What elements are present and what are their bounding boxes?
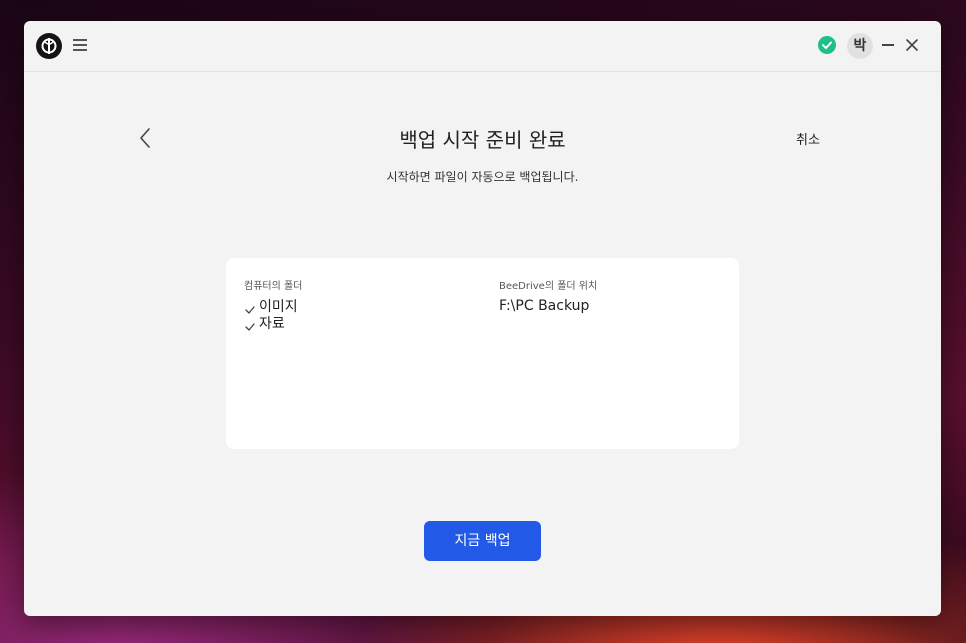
list-item: 자료	[244, 316, 298, 333]
source-folders-label: 컴퓨터의 폴더	[244, 281, 303, 292]
minimize-icon[interactable]	[882, 44, 894, 46]
list-item: 이미지	[244, 299, 298, 316]
destination-label: BeeDrive의 폴더 위치	[499, 281, 598, 292]
check-icon	[244, 320, 256, 331]
folder-name: 이미지	[259, 299, 298, 315]
cancel-button[interactable]: 취소	[796, 129, 820, 148]
title-bar: 박	[24, 21, 941, 72]
destination-path: F:\PC Backup	[499, 298, 590, 314]
source-folder-list: 이미지 자료	[244, 299, 298, 333]
beedrive-logo-icon[interactable]	[36, 33, 62, 59]
check-circle-icon[interactable]	[818, 36, 836, 54]
avatar[interactable]: 박	[847, 33, 873, 59]
close-icon[interactable]	[904, 37, 920, 53]
hamburger-menu-icon[interactable]	[73, 39, 87, 51]
backup-now-button[interactable]: 지금 백업	[424, 521, 541, 561]
page-subtitle: 시작하면 파일이 자동으로 백업됩니다.	[386, 170, 579, 184]
check-icon	[244, 303, 256, 314]
backup-summary-card: 컴퓨터의 폴더 이미지 자료 BeeDrive의 폴더 위치 F:\PC Bac…	[226, 258, 739, 449]
folder-name: 자료	[259, 316, 285, 332]
app-window: 박 백업 시작 준비 완료 시작하면 파일이 자동으로 백업됩니다. 취소 컴퓨…	[24, 21, 941, 616]
